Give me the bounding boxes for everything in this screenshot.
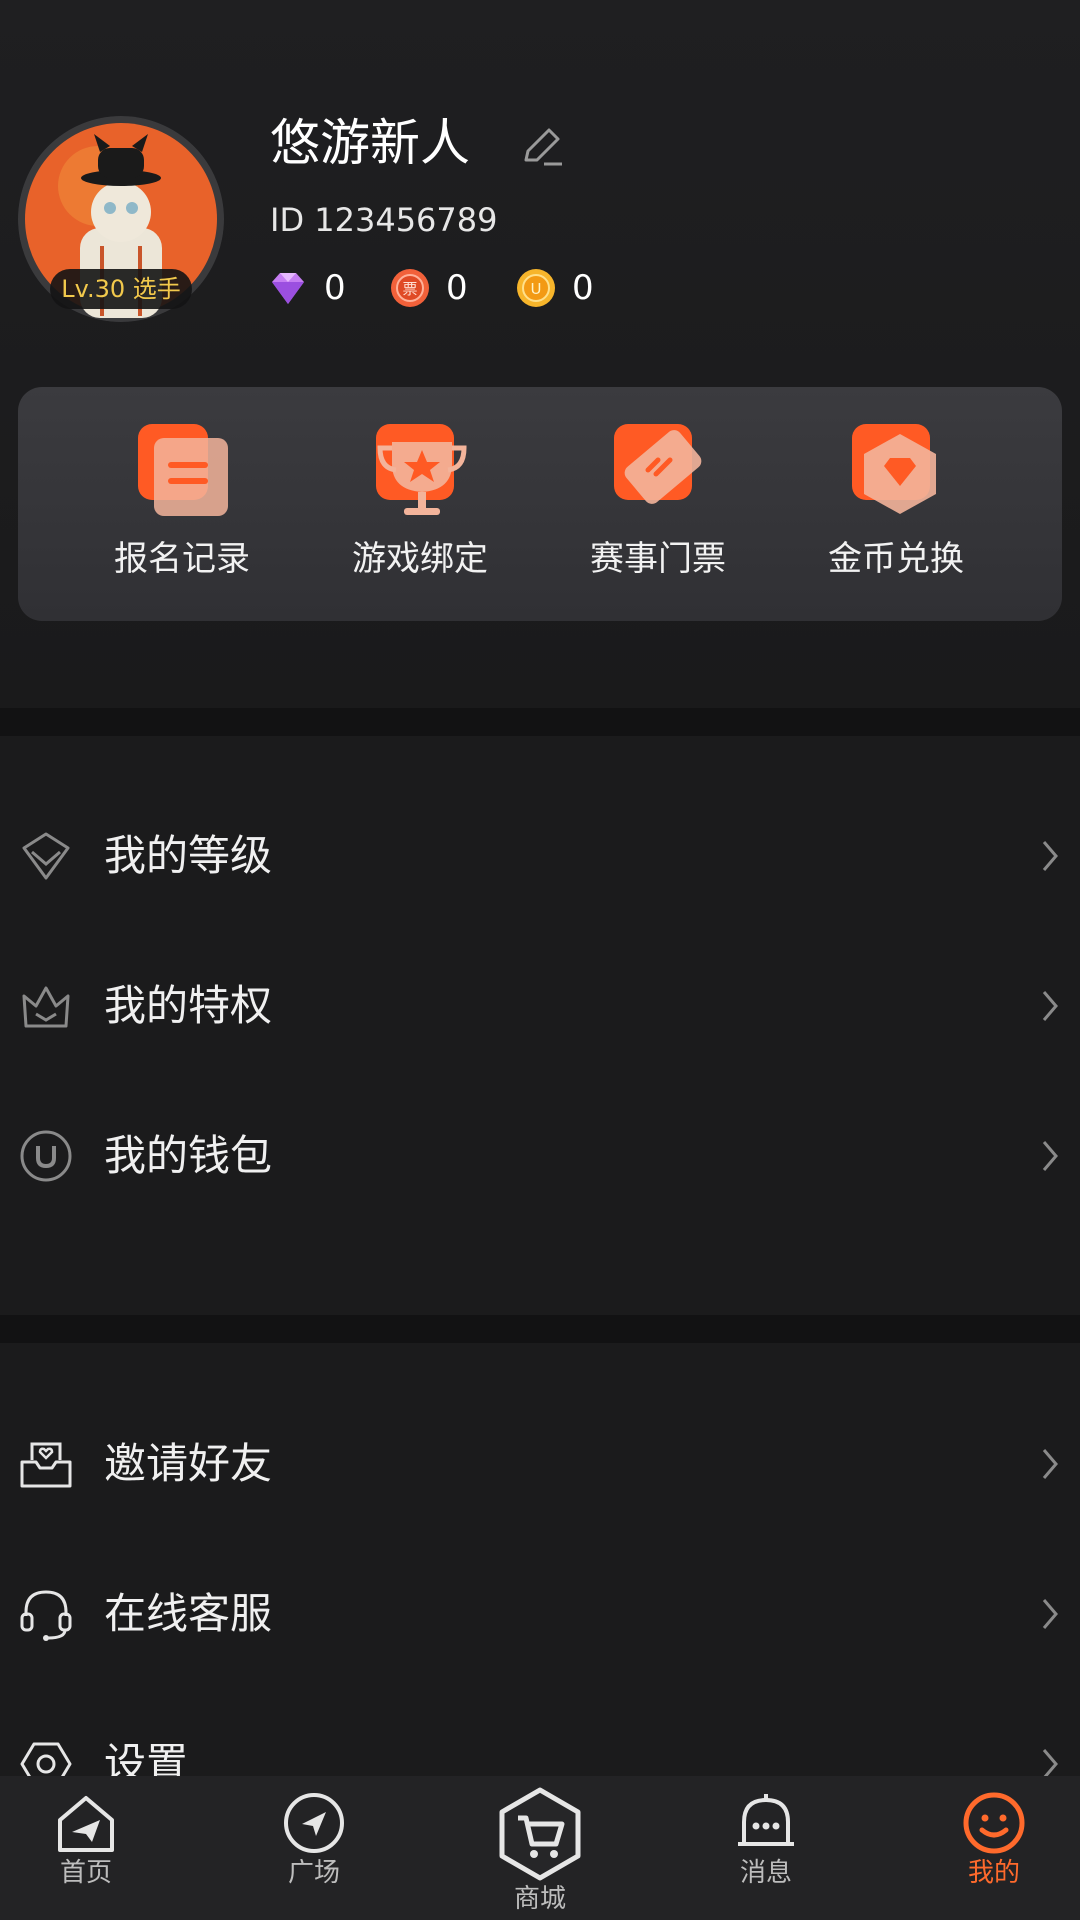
- level-icon: [22, 832, 70, 880]
- section-divider: [0, 1315, 1080, 1343]
- bell-icon: [738, 1794, 794, 1846]
- menu-item-label: 邀请好友: [104, 1439, 273, 1488]
- quick-action-label: 报名记录: [114, 539, 250, 579]
- wallet-coin-icon: [20, 1130, 72, 1182]
- quick-action-game-binding[interactable]: 游戏绑定: [330, 420, 510, 590]
- smile-icon: [963, 1792, 1025, 1854]
- nav-tab-shop[interactable]: 商城: [460, 1786, 620, 1920]
- invite-envelope-icon: [20, 1442, 72, 1488]
- menu-item-label: 我的等级: [104, 831, 273, 880]
- compass-icon: [284, 1793, 344, 1853]
- ticket-coin-icon: 票: [391, 269, 429, 307]
- nav-tab-home[interactable]: 首页: [6, 1790, 166, 1914]
- diamond-balance[interactable]: 0: [268, 266, 346, 310]
- diamond-icon: [272, 273, 304, 304]
- shop-cart-icon: [499, 1787, 581, 1881]
- gold-coin-icon: U: [517, 269, 555, 307]
- chevron-right-icon: [1042, 841, 1058, 871]
- gold-coin-balance[interactable]: U 0: [516, 266, 594, 310]
- menu-item-my-level[interactable]: 我的等级: [0, 781, 1080, 931]
- ticket-coin-count: 0: [446, 268, 468, 308]
- edit-icon[interactable]: [516, 120, 568, 172]
- nav-tab-label: 消息: [739, 1858, 792, 1888]
- chevron-right-icon: [1042, 1141, 1058, 1171]
- nav-tab-label: 商城: [513, 1884, 566, 1914]
- ticket-icon: [614, 424, 702, 504]
- menu-item-invite-friends[interactable]: 邀请好友: [0, 1389, 1080, 1539]
- crown-icon: [22, 986, 70, 1028]
- trophy-icon: [376, 424, 467, 515]
- menu-item-online-service[interactable]: 在线客服: [0, 1539, 1080, 1689]
- svg-text:U: U: [531, 280, 542, 298]
- nav-tab-messages[interactable]: 消息: [686, 1790, 846, 1914]
- ticket-coin-balance[interactable]: 票 0: [390, 266, 468, 310]
- nav-tab-label: 我的: [967, 1858, 1020, 1888]
- chevron-right-icon: [1042, 1599, 1058, 1629]
- svg-text:票: 票: [402, 280, 417, 298]
- menu-item-my-wallet[interactable]: 我的钱包: [0, 1081, 1080, 1231]
- chevron-right-icon: [1042, 991, 1058, 1021]
- nav-tab-label: 广场: [287, 1858, 340, 1888]
- quick-action-label: 游戏绑定: [352, 539, 488, 579]
- quick-action-coin-exchange[interactable]: 金币兑换: [806, 420, 986, 590]
- registration-record-icon: [138, 424, 228, 516]
- quick-action-event-ticket[interactable]: 赛事门票: [568, 420, 748, 590]
- quick-action-label: 赛事门票: [590, 539, 726, 579]
- menu-item-my-privilege[interactable]: 我的特权: [0, 931, 1080, 1081]
- quick-action-registration[interactable]: 报名记录: [92, 420, 272, 590]
- menu-item-label: 我的特权: [104, 981, 273, 1030]
- username: 悠游新人: [270, 114, 470, 172]
- home-icon: [58, 1796, 114, 1852]
- gold-coin-count: 0: [572, 268, 594, 308]
- quick-action-label: 金币兑换: [828, 539, 964, 579]
- nav-tab-label: 首页: [59, 1858, 112, 1888]
- menu-item-label: 我的钱包: [104, 1131, 273, 1180]
- level-badge: Lv.30 选手: [50, 269, 192, 309]
- nav-tab-mine[interactable]: 我的: [914, 1790, 1074, 1914]
- headset-icon: [20, 1590, 72, 1641]
- gem-exchange-icon: [852, 424, 936, 514]
- user-id: ID 123456789: [270, 201, 498, 239]
- diamond-count: 0: [324, 268, 346, 308]
- section-divider: [0, 708, 1080, 736]
- menu-item-label: 在线客服: [104, 1589, 273, 1638]
- chevron-right-icon: [1042, 1449, 1058, 1479]
- nav-tab-plaza[interactable]: 广场: [234, 1790, 394, 1914]
